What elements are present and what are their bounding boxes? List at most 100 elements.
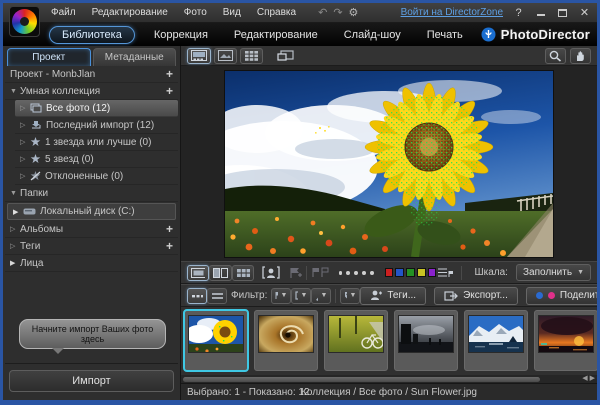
tags-button-label: Теги... (387, 290, 416, 301)
thumbnail-bicycle-in-field[interactable] (324, 310, 388, 371)
project-row[interactable]: Проект - MonbJlan + (5, 66, 178, 83)
tree-item-label: 5 звезд (0) (45, 154, 94, 165)
undo-icon[interactable]: ↶ (318, 6, 327, 19)
expand-triangle-icon[interactable]: ▷ (20, 155, 30, 163)
import-button[interactable]: Импорт (9, 370, 174, 392)
close-button[interactable]: ✕ (578, 6, 591, 19)
color-label-green[interactable] (406, 268, 415, 277)
scroll-right-icon[interactable]: ▶ (590, 375, 595, 383)
thumbnail-mountain-lake[interactable] (464, 310, 528, 371)
star-icon (30, 137, 41, 147)
add-album-icon[interactable]: + (166, 222, 173, 236)
browser-viewer-mode-button[interactable] (187, 48, 211, 64)
photos-stack-icon (30, 103, 42, 113)
expand-triangle-icon[interactable]: ▶ (13, 208, 23, 216)
thumbnail-sunset-clouds[interactable] (534, 310, 598, 371)
color-label-purple[interactable] (428, 268, 437, 277)
settings-gear-icon[interactable]: ⚙ (349, 6, 359, 19)
sidebar-tab-project[interactable]: Проект (7, 48, 91, 66)
scrollbar-thumb[interactable] (183, 377, 540, 382)
expand-triangle-icon[interactable]: ▷ (20, 138, 30, 146)
rating-dot-1[interactable] (339, 271, 343, 275)
faces-header[interactable]: ▶ Лица (5, 255, 178, 272)
thumbnail-golden-spiral[interactable] (254, 310, 318, 371)
rating-filter-dropdown[interactable]: ▼ (311, 288, 331, 304)
zoom-tool-button[interactable] (545, 48, 566, 64)
compare-view-button[interactable] (209, 265, 231, 281)
photo-viewer[interactable] (181, 66, 597, 261)
rating-dot-2[interactable] (346, 271, 350, 275)
tree-item-one-star-or-better[interactable]: ▷ 1 звезда или лучше (0) (15, 134, 178, 151)
export-button[interactable]: Экспорт... (434, 287, 518, 305)
add-project-icon[interactable]: + (166, 67, 173, 81)
add-tag-icon[interactable]: + (166, 239, 173, 253)
minimize-button[interactable] (534, 6, 547, 19)
tags-label: Теги (20, 241, 40, 252)
horizontal-scrollbar[interactable]: ◀ ▶ (181, 375, 597, 383)
rating-dot-4[interactable] (362, 271, 366, 275)
flag-filter-dropdown[interactable]: ▼ (271, 288, 291, 304)
smart-collection-header[interactable]: ▼ Умная коллекция + (5, 83, 178, 100)
tags-header[interactable]: ▷ Теги + (5, 238, 178, 255)
label-filter-dropdown[interactable]: ▼ (291, 288, 311, 304)
flag-pick-icon[interactable] (311, 267, 329, 278)
tab-adjustment[interactable]: Коррекция (154, 29, 208, 41)
scroll-left-icon[interactable]: ◀ (582, 375, 587, 383)
rating-dot-3[interactable] (354, 271, 358, 275)
thumbnail-view-button[interactable] (187, 288, 207, 304)
single-view-button[interactable] (187, 265, 209, 281)
thumbnail-dark-harbor[interactable] (394, 310, 458, 371)
collapse-triangle-icon[interactable]: ▼ (10, 88, 20, 95)
expand-triangle-icon[interactable]: ▷ (10, 242, 20, 250)
expand-triangle-icon[interactable]: ▷ (20, 104, 30, 112)
tab-library[interactable]: Библиотека (49, 26, 135, 44)
maximize-button[interactable] (556, 6, 569, 19)
expand-triangle-icon[interactable]: ▷ (20, 172, 30, 180)
expand-triangle-icon[interactable]: ▶ (10, 259, 20, 267)
tree-item-rejected[interactable]: ▷ Отклоненные (0) (15, 168, 178, 185)
help-button[interactable]: ? (512, 6, 525, 19)
info-list-icon[interactable] (437, 267, 453, 278)
expand-triangle-icon[interactable]: ▷ (20, 121, 30, 129)
tags-button[interactable]: Теги... (360, 287, 426, 305)
folders-header[interactable]: ▼ Папки (5, 185, 178, 202)
browser-only-mode-button[interactable] (240, 48, 263, 64)
add-smart-collection-icon[interactable]: + (166, 84, 173, 98)
multi-view-button[interactable] (232, 265, 254, 281)
tab-print[interactable]: Печать (427, 29, 463, 41)
tree-item-latest-import[interactable]: ▷ Последний импорт (12) (15, 117, 178, 134)
color-label-red[interactable] (385, 268, 394, 277)
color-label-yellow[interactable] (417, 268, 426, 277)
scale-dropdown[interactable]: Заполнить ▼ (516, 264, 591, 281)
menu-edit[interactable]: Редактирование (92, 7, 168, 18)
pan-hand-tool-button[interactable] (570, 48, 591, 64)
menu-help[interactable]: Справка (257, 7, 296, 18)
menu-file[interactable]: Файл (51, 7, 76, 18)
dual-display-icon[interactable] (277, 50, 294, 62)
face-tag-icon[interactable] (262, 266, 280, 279)
tag-filter-dropdown[interactable]: ▼ (340, 288, 360, 304)
tree-item-five-stars[interactable]: ▷ 5 звезд (0) (15, 151, 178, 168)
menu-photo[interactable]: Фото (184, 7, 207, 18)
tab-slideshow[interactable]: Слайд-шоу (344, 29, 401, 41)
share-button[interactable]: Поделиться... ▼ (526, 287, 600, 305)
selected-photo-sunflower (224, 70, 554, 258)
thumbnail-sunflower[interactable] (184, 310, 248, 371)
viewer-only-mode-button[interactable] (214, 48, 237, 64)
add-flag-icon[interactable] (288, 267, 302, 279)
expand-triangle-icon[interactable]: ▷ (10, 225, 20, 233)
list-view-button[interactable] (207, 288, 227, 304)
redo-icon[interactable]: ↷ (333, 6, 342, 19)
directorzone-signin-link[interactable]: Войти на DirectorZone (401, 7, 503, 18)
tab-edit[interactable]: Редактирование (234, 29, 318, 41)
color-label-blue[interactable] (395, 268, 404, 277)
albums-header[interactable]: ▷ Альбомы + (5, 221, 178, 238)
tree-item-all-photos[interactable]: ▷ Все фото (12) (15, 100, 178, 117)
disk-icon (23, 207, 36, 216)
sidebar-tab-metadata[interactable]: Метаданные (93, 48, 177, 66)
rating-dot-5[interactable] (370, 271, 374, 275)
collapse-triangle-icon[interactable]: ▼ (10, 190, 20, 197)
brand-name: PhotoDirector (501, 27, 590, 42)
menu-view[interactable]: Вид (223, 7, 241, 18)
tree-item-local-disk-c[interactable]: ▶ Локальный диск (C:) (7, 203, 176, 220)
